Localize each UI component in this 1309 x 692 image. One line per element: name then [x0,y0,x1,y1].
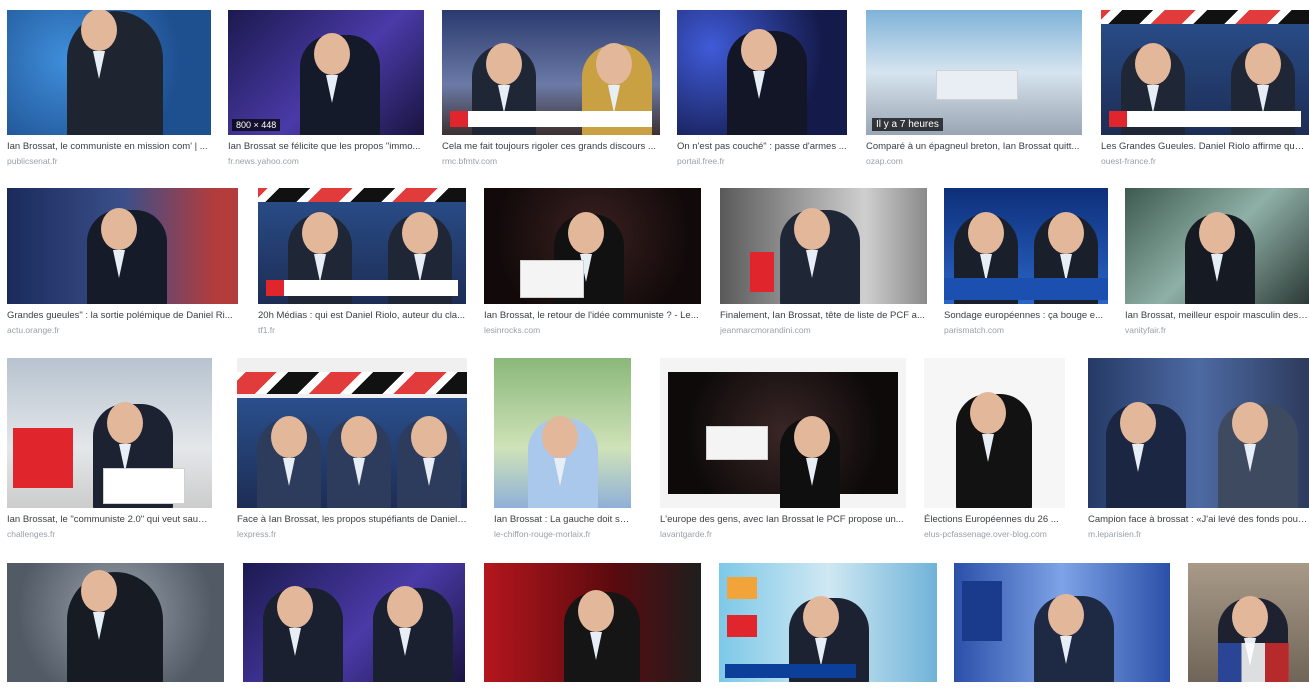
result-thumbnail[interactable] [484,188,701,304]
result-card[interactable] [719,563,937,692]
tv-banner [266,280,458,296]
result-source[interactable]: vanityfair.fr [1125,325,1309,335]
result-thumbnail[interactable] [484,563,701,682]
result-thumbnail[interactable] [7,563,224,682]
result-card[interactable]: Ian Brossat : La gauche doit s'as... le-… [494,358,631,539]
result-thumbnail[interactable] [237,358,467,508]
result-thumbnail[interactable] [677,10,847,135]
result-thumbnail[interactable]: 800 × 448 [228,10,424,135]
result-card[interactable]: Élections Européennes du 26 ... elus-pcf… [924,358,1065,539]
result-card[interactable]: 800 × 448 Ian Brossat se félicite que le… [228,10,424,166]
result-thumbnail[interactable] [243,563,465,682]
placard [520,260,584,298]
result-title[interactable]: Campion face à brossat : «J'ai levé des … [1088,514,1309,525]
result-card[interactable]: 20h Médias : qui est Daniel Riolo, auteu… [258,188,466,335]
result-thumbnail[interactable] [1101,10,1309,135]
result-title[interactable]: Élections Européennes du 26 ... [924,514,1065,525]
result-source[interactable]: le-chiffon-rouge-morlaix.fr [494,529,631,539]
result-card[interactable] [954,563,1170,692]
result-thumbnail[interactable] [7,358,212,508]
result-title[interactable]: Ian Brossat, le "communiste 2.0" qui veu… [7,514,212,525]
result-source[interactable]: ozap.com [866,156,1082,166]
result-card[interactable]: Sondage européennes : ça bouge e... pari… [944,188,1108,335]
tv-banner [1109,111,1301,127]
result-card[interactable] [1188,563,1309,692]
result-title[interactable]: Sondage européennes : ça bouge e... [944,310,1108,321]
result-title[interactable]: Grandes gueules" : la sortie polémique d… [7,310,238,321]
result-card[interactable]: Ian Brossat, meilleur espoir masculin de… [1125,188,1309,335]
result-source[interactable]: portail.free.fr [677,156,847,166]
result-card[interactable]: On n'est pas couché" : passe d'armes ...… [677,10,847,166]
result-source[interactable]: publicsenat.fr [7,156,211,166]
result-card[interactable]: Ian Brossat, le retour de l'idée communi… [484,188,701,335]
result-thumbnail[interactable] [1188,563,1309,682]
result-source[interactable]: lexpress.fr [237,529,467,539]
tv-banner [450,111,652,127]
result-source[interactable]: parismatch.com [944,325,1108,335]
result-thumbnail[interactable] [442,10,660,135]
result-title[interactable]: Ian Brossat, meilleur espoir masculin de… [1125,310,1309,321]
result-title[interactable]: Face à Ian Brossat, les propos stupéfian… [237,514,467,525]
result-card[interactable]: Les Grandes Gueules. Daniel Riolo affirm… [1101,10,1309,166]
result-thumbnail[interactable]: Il y a 7 heures [866,10,1082,135]
tv-stripes [258,188,466,202]
result-source[interactable]: actu.orange.fr [7,325,238,335]
result-card[interactable]: Cela me fait toujours rigoler ces grands… [442,10,660,166]
result-title[interactable]: On n'est pas couché" : passe d'armes ... [677,141,847,152]
result-source[interactable]: lesinrocks.com [484,325,701,335]
result-thumbnail[interactable] [494,358,631,508]
result-title[interactable]: L'europe des gens, avec Ian Brossat le P… [660,514,906,525]
result-card[interactable]: Il y a 7 heures Comparé à un épagneul br… [866,10,1082,166]
result-title[interactable]: Ian Brossat se félicite que les propos "… [228,141,424,152]
result-card[interactable] [7,563,224,692]
result-title[interactable]: Ian Brossat : La gauche doit s'as... [494,514,631,525]
tv-stripes [1101,10,1309,24]
result-thumbnail[interactable] [1125,188,1309,304]
result-thumbnail[interactable] [7,188,238,304]
result-source[interactable]: rmc.bfmtv.com [442,156,660,166]
result-source[interactable]: challenges.fr [7,529,212,539]
result-thumbnail[interactable] [7,10,211,135]
result-source[interactable]: elus-pcfassenage.over-blog.com [924,529,1065,539]
result-card[interactable] [484,563,701,692]
result-source[interactable]: ouest-france.fr [1101,156,1309,166]
result-title[interactable]: Cela me fait toujours rigoler ces grands… [442,141,660,152]
image-size-badge: 800 × 448 [232,119,281,131]
result-thumbnail[interactable] [924,358,1065,508]
result-title[interactable]: Finalement, Ian Brossat, tête de liste d… [720,310,927,321]
result-thumbnail[interactable] [258,188,466,304]
result-title[interactable]: Les Grandes Gueules. Daniel Riolo affirm… [1101,141,1309,152]
result-thumbnail[interactable] [719,563,937,682]
result-thumbnail[interactable] [660,358,906,508]
time-badge: Il y a 7 heures [872,118,943,131]
result-title[interactable]: Ian Brossat, le communiste en mission co… [7,141,211,152]
result-title[interactable]: Comparé à un épagneul breton, Ian Brossa… [866,141,1082,152]
result-card[interactable]: Finalement, Ian Brossat, tête de liste d… [720,188,927,335]
result-title[interactable]: Ian Brossat, le retour de l'idée communi… [484,310,701,321]
result-card[interactable]: Face à Ian Brossat, les propos stupéfian… [237,358,467,539]
result-thumbnail[interactable] [954,563,1170,682]
result-title[interactable]: 20h Médias : qui est Daniel Riolo, auteu… [258,310,466,321]
result-card[interactable]: Grandes gueules" : la sortie polémique d… [7,188,238,335]
result-thumbnail[interactable] [1088,358,1309,508]
result-source[interactable]: tf1.fr [258,325,466,335]
placard [706,426,768,460]
image-results-grid: Ian Brossat, le communiste en mission co… [0,0,1309,682]
result-card[interactable]: Campion face à brossat : «J'ai levé des … [1088,358,1309,539]
tv-stripes [237,372,467,394]
result-source[interactable]: jeanmarcmorandini.com [720,325,927,335]
result-source[interactable]: lavantgarde.fr [660,529,906,539]
result-thumbnail[interactable] [944,188,1108,304]
result-card[interactable] [243,563,465,692]
result-thumbnail[interactable] [720,188,927,304]
result-card[interactable]: L'europe des gens, avec Ian Brossat le P… [660,358,906,539]
result-source[interactable]: fr.news.yahoo.com [228,156,424,166]
result-source[interactable]: m.leparisien.fr [1088,529,1309,539]
result-card[interactable]: Ian Brossat, le communiste en mission co… [7,10,211,166]
result-card[interactable]: Ian Brossat, le "communiste 2.0" qui veu… [7,358,212,539]
